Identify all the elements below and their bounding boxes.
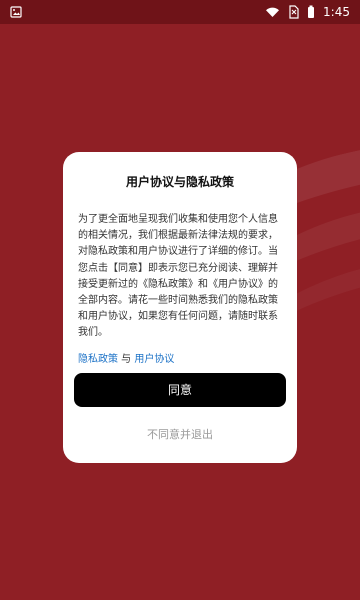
no-sim-icon (288, 5, 299, 19)
status-time: 1:45 (323, 5, 350, 19)
link-separator: 与 (118, 353, 135, 365)
disagree-exit-link[interactable]: 不同意并退出 (63, 426, 297, 444)
status-right-area: 1:45 (265, 0, 350, 24)
dialog-message: 为了更全面地呈现我们收集和使用您个人信息的相关情况，我们根据最新法律法规的要求，… (78, 214, 278, 339)
status-bar: 1:45 (0, 0, 360, 24)
user-agreement-link[interactable]: 用户协议 (134, 354, 174, 365)
policy-links-row: 隐私政策 与 用户协议 (78, 352, 282, 368)
privacy-consent-dialog: 用户协议与隐私政策 为了更全面地呈现我们收集和使用您个人信息的相关情况，我们根据… (63, 152, 297, 463)
dialog-title: 用户协议与隐私政策 (125, 175, 234, 189)
wifi-icon (265, 6, 280, 18)
agree-button[interactable]: 同意 (74, 373, 286, 407)
image-icon (10, 6, 22, 18)
privacy-policy-link[interactable]: 隐私政策 (78, 354, 118, 365)
status-left-area (10, 0, 22, 24)
app-screen: 1:45 用户协议与隐私政策 为了更全面地呈现我们收集和使用您个人信息的相关情况… (0, 0, 360, 600)
battery-icon (307, 5, 315, 19)
